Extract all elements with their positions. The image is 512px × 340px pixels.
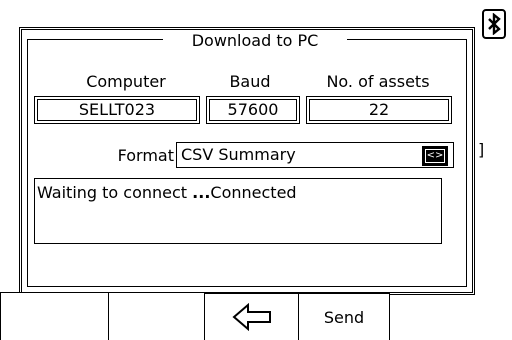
format-toggle-icon[interactable]: <> <box>422 146 448 166</box>
status-dots: ... <box>192 183 211 202</box>
status-suffix: Connected <box>210 183 297 202</box>
format-select[interactable]: CSV Summary <box>176 142 454 168</box>
send-button[interactable]: Send <box>298 292 390 340</box>
softkey-2[interactable] <box>108 292 204 340</box>
softkey-1[interactable] <box>0 292 108 340</box>
background-bracket: ] <box>478 140 485 159</box>
status-box: Waiting to connect ...Connected <box>34 178 442 244</box>
bluetooth-glyph <box>488 13 501 35</box>
computer-field[interactable]: SELLT023 <box>34 96 200 124</box>
baud-field[interactable]: 57600 <box>206 96 300 124</box>
dialog-title: Download to PC <box>163 31 347 51</box>
format-label: Format <box>117 146 174 165</box>
back-button[interactable] <box>204 292 298 340</box>
format-toggle-glyph: <> <box>424 149 446 163</box>
back-arrow-icon <box>231 303 271 331</box>
bluetooth-icon <box>482 9 506 39</box>
status-prefix: Waiting to connect <box>37 183 193 202</box>
baud-label: Baud <box>229 72 271 91</box>
computer-label: Computer <box>86 72 166 91</box>
assets-count-field: 22 <box>306 96 452 124</box>
assets-count-label: No. of assets <box>326 72 430 91</box>
send-label: Send <box>323 307 365 327</box>
